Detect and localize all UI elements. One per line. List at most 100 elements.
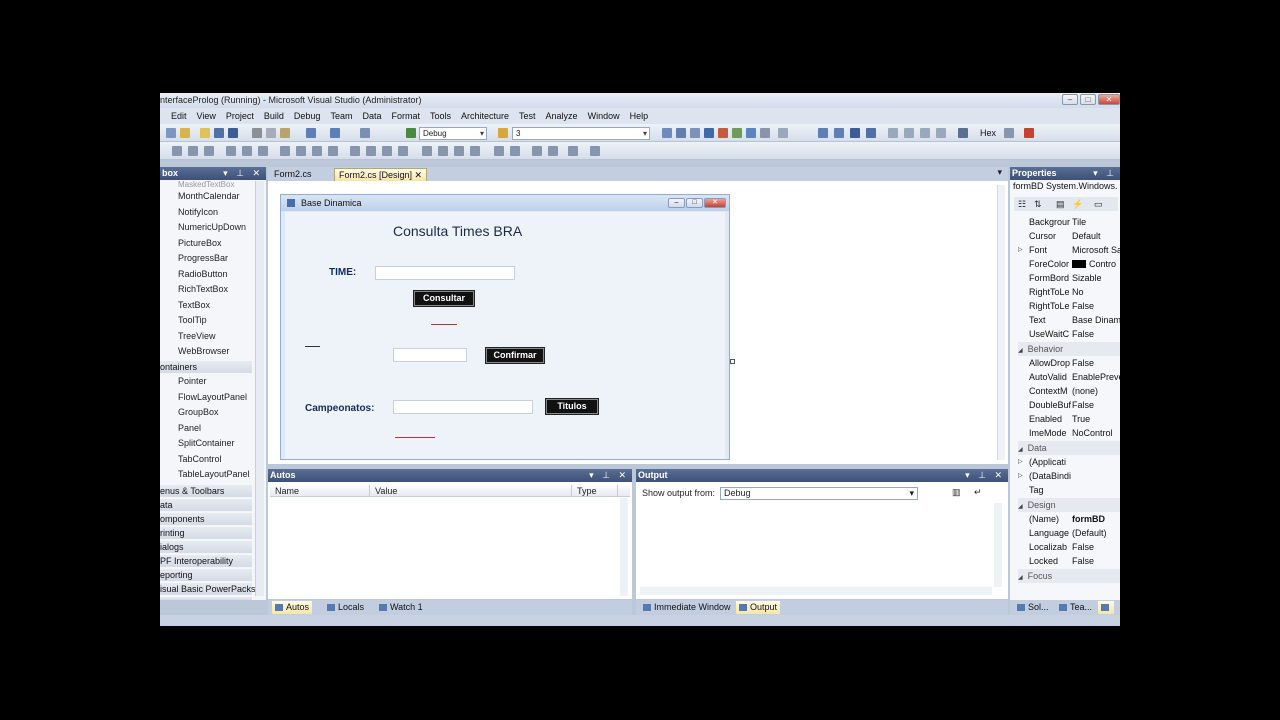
align-lefts-icon[interactable] — [172, 146, 182, 156]
toolbox-group[interactable]: PF Interoperability — [160, 555, 252, 567]
cut-icon[interactable] — [252, 128, 262, 138]
property-category-focus[interactable]: Focus — [1018, 569, 1120, 583]
close-button[interactable]: ✕ — [1098, 94, 1120, 105]
events-icon[interactable]: ⚡ — [1072, 199, 1083, 210]
vertical-spacing-decrease-icon[interactable] — [454, 146, 464, 156]
align-middles-icon[interactable] — [242, 146, 252, 156]
property-row[interactable]: ImeMode NoControl — [1010, 426, 1120, 440]
toolbox-item[interactable]: PictureBox — [178, 238, 222, 248]
alphabetical-icon[interactable]: ⇅ — [1034, 199, 1042, 210]
align-centers-icon[interactable] — [188, 146, 198, 156]
copy-icon[interactable] — [266, 128, 276, 138]
tab-dropdown-icon[interactable]: ▾ — [997, 167, 1002, 178]
bring-to-front-icon[interactable] — [532, 146, 542, 156]
property-row[interactable]: Text Base Dinam — [1010, 313, 1120, 327]
step-out-icon[interactable] — [936, 128, 946, 138]
toolbox-item[interactable]: FlowLayoutPanel — [178, 392, 247, 402]
property-row[interactable]: ▷ Font Microsoft Sa — [1010, 243, 1120, 257]
menu-edit[interactable]: Edit — [166, 108, 192, 124]
add-item-icon[interactable] — [180, 128, 190, 138]
toolbox-group[interactable]: ialogs — [160, 541, 252, 553]
expand-icon[interactable]: ▷ — [1018, 455, 1023, 469]
toolbox-group[interactable]: isual Basic PowerPacks — [160, 583, 256, 595]
menu-debug[interactable]: Debug — [289, 108, 326, 124]
step-over-icon[interactable] — [920, 128, 930, 138]
expand-icon[interactable]: ▷ — [1018, 469, 1023, 483]
new-project-icon[interactable] — [166, 128, 176, 138]
column-type[interactable]: Type — [572, 485, 618, 497]
restart-icon[interactable] — [866, 128, 876, 138]
property-row[interactable]: ▷ (DataBindi — [1010, 469, 1120, 483]
toolbox-group-containers[interactable]: ontainers — [160, 361, 252, 373]
output-window-icon[interactable] — [1024, 128, 1034, 138]
start-page-icon[interactable] — [746, 128, 756, 138]
undo-icon[interactable] — [306, 128, 316, 138]
menu-analyze[interactable]: Analyze — [541, 108, 583, 124]
tab-watch-1[interactable]: Watch 1 — [376, 601, 426, 614]
toolbox-group[interactable] — [160, 597, 252, 600]
toolbox-item[interactable]: RadioButton — [178, 269, 228, 279]
find-icon[interactable] — [498, 128, 508, 138]
vertical-spacing-increase-icon[interactable] — [438, 146, 448, 156]
form-close-icon[interactable]: ✕ — [704, 198, 726, 208]
center-vertically-icon[interactable] — [510, 146, 520, 156]
horizontal-spacing-equal-icon[interactable] — [350, 146, 360, 156]
toolbox-item[interactable]: NumericUpDown — [178, 222, 246, 232]
property-row[interactable]: ▷ (Applicati — [1010, 455, 1120, 469]
menu-tools[interactable]: Tools — [425, 108, 456, 124]
vertical-spacing-equal-icon[interactable] — [422, 146, 432, 156]
horizontal-spacing-remove-icon[interactable] — [398, 146, 408, 156]
vertical-spacing-remove-icon[interactable] — [470, 146, 480, 156]
class-view-icon[interactable] — [732, 128, 742, 138]
property-row[interactable]: (Name) formBD — [1010, 512, 1120, 526]
toolbox-item[interactable]: TableLayoutPanel — [178, 469, 250, 479]
find-combo[interactable]: 3 — [512, 127, 650, 140]
menu-architecture[interactable]: Architecture — [456, 108, 514, 124]
menu-team[interactable]: Team — [325, 108, 357, 124]
save-all-icon[interactable] — [228, 128, 238, 138]
time-input[interactable] — [375, 266, 515, 280]
form-maximize-icon[interactable]: □ — [686, 198, 703, 208]
categorized-icon[interactable]: ☷ — [1018, 199, 1026, 210]
menu-view[interactable]: View — [192, 108, 221, 124]
designed-form[interactable]: Base Dinamica – □ ✕ Consulta Times BRA T… — [280, 194, 730, 460]
toolbox-group[interactable]: ata — [160, 499, 252, 511]
break-all-icon[interactable] — [834, 128, 844, 138]
property-row[interactable]: Language (Default) — [1010, 526, 1120, 540]
menu-window[interactable]: Window — [583, 108, 625, 124]
toolbox-item[interactable]: TreeView — [178, 331, 216, 341]
tab-immediate-window[interactable]: Immediate Window — [640, 601, 734, 614]
toolbox-item[interactable]: TextBox — [178, 300, 210, 310]
properties-object-selector[interactable]: formBD System.Windows. — [1013, 181, 1118, 191]
tab-team-explorer[interactable]: Tea... — [1056, 601, 1095, 614]
expand-icon[interactable]: ▷ — [1018, 243, 1023, 257]
property-row[interactable]: FormBord Sizable — [1010, 271, 1120, 285]
make-same-height-icon[interactable] — [296, 146, 306, 156]
property-row[interactable]: RightToLe False — [1010, 299, 1120, 313]
layout-icon[interactable] — [760, 128, 770, 138]
minimize-button[interactable]: – — [1062, 94, 1078, 105]
property-row[interactable]: Tag — [1010, 483, 1120, 497]
make-same-size-icon[interactable] — [312, 146, 322, 156]
toolbox-icon[interactable] — [704, 128, 714, 138]
show-output-from-combo[interactable]: Debug — [720, 487, 918, 500]
toolbox-item[interactable]: NotifyIcon — [178, 207, 218, 217]
lock-controls-icon[interactable] — [590, 146, 600, 156]
show-next-statement-icon[interactable] — [888, 128, 898, 138]
menu-data[interactable]: Data — [357, 108, 386, 124]
toolbox-item[interactable]: ToolTip — [178, 315, 207, 325]
property-row[interactable]: Cursor Default — [1010, 229, 1120, 243]
menu-project[interactable]: Project — [221, 108, 259, 124]
toolbox-item[interactable]: RichTextBox — [178, 284, 228, 294]
properties-icon[interactable] — [676, 128, 686, 138]
align-bottoms-icon[interactable] — [258, 146, 268, 156]
toolbox-scrollbar[interactable] — [255, 181, 264, 596]
menu-build[interactable]: Build — [259, 108, 289, 124]
tab-output[interactable]: Output — [736, 601, 781, 614]
campeonatos-input[interactable] — [393, 400, 533, 414]
object-browser-icon[interactable] — [690, 128, 700, 138]
close-tab-icon[interactable]: ✕ — [415, 170, 423, 180]
toolbox-group[interactable]: omponents — [160, 513, 252, 525]
property-row[interactable]: AutoValid EnablePreve — [1010, 370, 1120, 384]
toolbox-item[interactable]: MaskedTextBox — [178, 180, 234, 189]
